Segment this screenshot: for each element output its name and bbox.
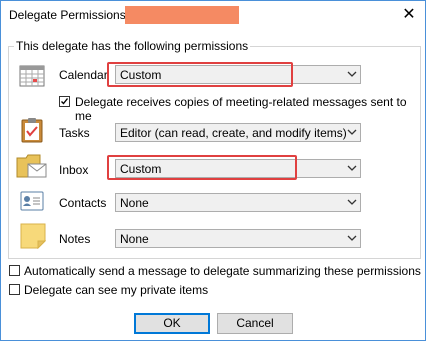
group-legend: This delegate has the following permissi… [14,39,251,53]
window-title: Delegate Permissions: [9,8,130,22]
contacts-label: Contacts [59,196,107,210]
tasks-permission-select[interactable]: Editor (can read, create, and modify ite… [115,123,361,142]
private-items-label: Delegate can see my private items [24,283,209,297]
private-items-checkbox[interactable] [9,284,20,295]
chevron-down-icon [347,129,357,135]
contact-card-icon [20,191,44,211]
auto-send-label: Automatically send a message to delegate… [24,264,421,278]
cancel-button[interactable]: Cancel [217,313,293,334]
meeting-copies-label: Delegate receives copies of meeting-rela… [75,95,407,123]
auto-send-checkbox[interactable] [9,265,20,276]
calendar-icon [19,65,45,87]
redacted-name [125,6,239,24]
notes-label: Notes [59,232,91,246]
notes-permission-select[interactable]: None [115,229,361,248]
contacts-permission-select[interactable]: None [115,193,361,212]
tasks-permission-value: Editor (can read, create, and modify ite… [120,126,347,140]
sticky-note-icon [20,223,46,249]
chevron-down-icon [347,199,357,205]
contacts-permission-value: None [120,196,149,210]
meeting-copies-checkbox[interactable] [59,96,70,107]
chevron-down-icon [347,235,357,241]
chevron-down-icon [347,71,357,77]
inbox-highlight-box [107,155,297,180]
chevron-down-icon [347,165,357,171]
calendar-highlight-box [107,62,293,87]
inbox-label: Inbox [59,163,89,177]
notes-permission-value: None [120,232,149,246]
delegate-permissions-dialog: Delegate Permissions: ✕ This delegate ha… [0,0,426,341]
checkmark-icon [61,98,69,105]
ok-button[interactable]: OK [134,313,210,334]
tasks-label: Tasks [59,126,90,140]
inbox-folder-icon [16,154,47,178]
clipboard-icon [21,118,43,143]
close-icon[interactable]: ✕ [399,5,419,25]
calendar-label: Calendar [59,68,108,82]
